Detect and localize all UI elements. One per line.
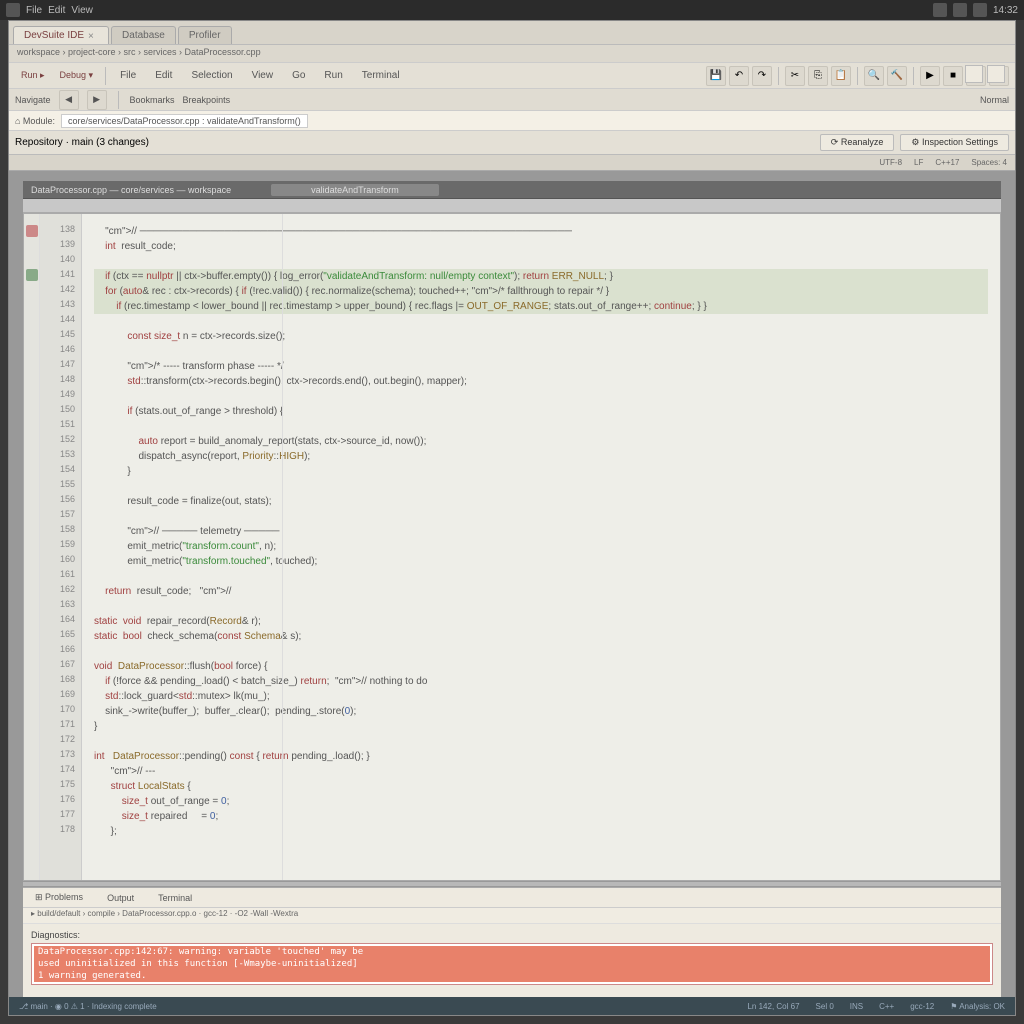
activities-icon[interactable] xyxy=(6,3,20,17)
window-tab-ide[interactable]: DevSuite IDE × xyxy=(13,26,109,44)
panel-toggle-2-icon[interactable] xyxy=(987,65,1005,83)
nav-back-icon[interactable]: ◀ xyxy=(59,90,79,110)
nav-navigate[interactable]: Navigate xyxy=(15,95,51,105)
diagnostics-label: Diagnostics: xyxy=(31,930,993,940)
editor-header: DataProcessor.cpp — core/services — work… xyxy=(23,181,1001,199)
nav-fwd-icon[interactable]: ▶ xyxy=(87,90,107,110)
insert-mode[interactable]: INS xyxy=(850,1002,863,1011)
os-menu-file[interactable]: File xyxy=(26,5,42,16)
tool-undo-icon[interactable]: ↶ xyxy=(729,66,749,86)
output-panel: ⊞ Problems Output Terminal ▸ build/defau… xyxy=(23,887,1001,997)
line-ending[interactable]: LF xyxy=(914,158,923,167)
os-menu-edit[interactable]: Edit xyxy=(48,5,65,16)
editor-ruler xyxy=(23,199,1001,213)
menu-run[interactable]: Run xyxy=(316,68,350,83)
nav-bookmarks[interactable]: Bookmarks xyxy=(130,95,175,105)
tab-problems[interactable]: ⊞ Problems xyxy=(29,890,89,905)
status-left[interactable]: ⎇ main · ◉ 0 ⚠ 1 · Indexing complete xyxy=(19,1002,157,1011)
os-taskbar: File Edit View 14:32 xyxy=(0,0,1024,20)
diagnostic-row[interactable]: 1 warning generated. xyxy=(34,970,990,982)
code-body[interactable]: "cm">// ────────────────────────────────… xyxy=(82,214,1000,880)
cursor-position[interactable]: Ln 142, Col 67 xyxy=(747,1002,799,1011)
tool-cut-icon[interactable]: ✂ xyxy=(785,66,805,86)
battery-icon[interactable] xyxy=(973,3,987,17)
bookmark-marker-icon[interactable] xyxy=(26,269,38,281)
file-status-strip: UTF-8 LF C++17 Spaces: 4 xyxy=(9,155,1015,171)
analysis-status[interactable]: ⚑ Analysis: OK xyxy=(950,1002,1005,1011)
nav-breakpoints[interactable]: Breakpoints xyxy=(183,95,231,105)
diagnostic-row[interactable]: DataProcessor.cpp:142:67: warning: varia… xyxy=(34,946,990,958)
window-tabs: DevSuite IDE × Database Profiler xyxy=(9,21,1015,45)
tab-output[interactable]: Output xyxy=(101,891,140,905)
panel-toggle-1-icon[interactable] xyxy=(965,65,983,83)
tab-terminal[interactable]: Terminal xyxy=(152,891,198,905)
indent-setting[interactable]: Spaces: 4 xyxy=(971,158,1007,167)
tool-save-icon[interactable]: 💾 xyxy=(706,66,726,86)
menu-view[interactable]: View xyxy=(244,68,282,83)
menu-selection[interactable]: Selection xyxy=(183,68,240,83)
debug-config-button[interactable]: Debug ▾ xyxy=(54,70,100,81)
tab-label: Profiler xyxy=(189,30,221,41)
os-menu-view[interactable]: View xyxy=(71,5,93,16)
marker-column xyxy=(24,214,40,880)
tool-copy-icon[interactable]: ⎘ xyxy=(808,66,828,86)
vcs-status[interactable]: Repository · main (3 changes) xyxy=(15,137,149,148)
menu-edit[interactable]: Edit xyxy=(147,68,180,83)
language-std[interactable]: C++17 xyxy=(935,158,959,167)
main-toolbar: Run ▸ Debug ▾ File Edit Selection View G… xyxy=(9,63,1015,89)
window-tab-db[interactable]: Database xyxy=(111,26,176,44)
tool-search-icon[interactable]: 🔍 xyxy=(864,66,884,86)
output-tabs: ⊞ Problems Output Terminal xyxy=(23,888,1001,908)
line-number-gutter: 1381391401411421431441451461471481491501… xyxy=(40,214,82,880)
close-icon[interactable]: × xyxy=(88,31,98,41)
selection-count[interactable]: Sel 0 xyxy=(816,1002,834,1011)
secondary-toolbar: Navigate ◀ ▶ Bookmarks Breakpoints Norma… xyxy=(9,89,1015,111)
tool-redo-icon[interactable]: ↷ xyxy=(752,66,772,86)
reanalyze-button[interactable]: ⟳ Reanalyze xyxy=(820,134,895,151)
window-tab-profiler[interactable]: Profiler xyxy=(178,26,232,44)
code-editor[interactable]: 1381391401411421431441451461471481491501… xyxy=(23,213,1001,881)
tool-build-icon[interactable]: 🔨 xyxy=(887,66,907,86)
module-path-row: ⌂ Module: core/services/DataProcessor.cp… xyxy=(9,111,1015,131)
tool-paste-icon[interactable]: 📋 xyxy=(831,66,851,86)
tool-play-icon[interactable]: ▶ xyxy=(920,66,940,86)
error-marker-icon[interactable] xyxy=(26,225,38,237)
tool-stop-icon[interactable]: ■ xyxy=(943,66,963,86)
status-bar: ⎇ main · ◉ 0 ⚠ 1 · Indexing complete Ln … xyxy=(9,997,1015,1015)
clock[interactable]: 14:32 xyxy=(993,5,1018,16)
run-button[interactable]: Run ▸ xyxy=(15,70,51,81)
editor-file-title: DataProcessor.cpp — core/services — work… xyxy=(31,185,231,195)
menu-file[interactable]: File xyxy=(112,68,144,83)
editor-viewport: DataProcessor.cpp — core/services — work… xyxy=(9,171,1015,997)
diagnostic-row[interactable]: used uninitialized in this function [-Wm… xyxy=(34,958,990,970)
build-command-line: ▸ build/default › compile › DataProcesso… xyxy=(23,908,1001,924)
language-mode[interactable]: C++ xyxy=(879,1002,894,1011)
encoding[interactable]: UTF-8 xyxy=(879,158,902,167)
compiler[interactable]: gcc-12 xyxy=(910,1002,934,1011)
menu-terminal[interactable]: Terminal xyxy=(354,68,408,83)
editor-symbol-pill[interactable]: validateAndTransform xyxy=(271,184,439,196)
tab-label: DevSuite IDE xyxy=(24,30,84,41)
volume-icon[interactable] xyxy=(953,3,967,17)
breadcrumb[interactable]: workspace › project-core › src › service… xyxy=(9,45,1015,63)
network-icon[interactable] xyxy=(933,3,947,17)
menu-go[interactable]: Go xyxy=(284,68,313,83)
tab-label: Database xyxy=(122,30,165,41)
inspection-settings-button[interactable]: ⚙ Inspection Settings xyxy=(900,134,1009,151)
module-label: ⌂ Module: xyxy=(15,116,55,126)
module-path-value[interactable]: core/services/DataProcessor.cpp : valida… xyxy=(61,114,308,128)
ide-window: DevSuite IDE × Database Profiler workspa… xyxy=(8,20,1016,1016)
editor-mode[interactable]: Normal xyxy=(980,95,1009,105)
vcs-action-row: Repository · main (3 changes) ⟳ Reanalyz… xyxy=(9,131,1015,155)
diagnostics-list[interactable]: DataProcessor.cpp:142:67: warning: varia… xyxy=(31,943,993,985)
